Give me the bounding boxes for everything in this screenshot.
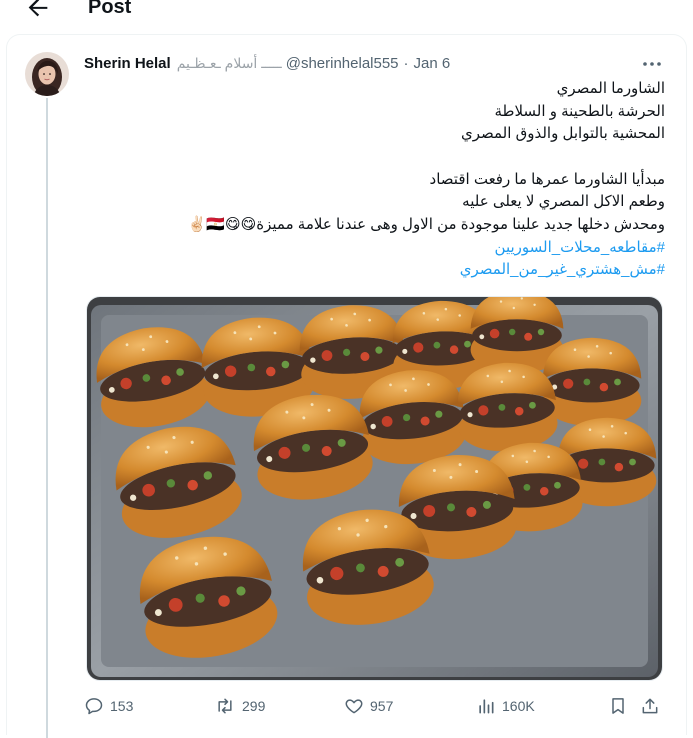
back-button[interactable]: [24, 0, 52, 22]
author-handle[interactable]: @sherinhelal555: [286, 55, 399, 72]
bookmark-button[interactable]: [608, 694, 634, 718]
avatar[interactable]: [25, 52, 69, 96]
post-date[interactable]: Jan 6: [414, 55, 451, 72]
views-icon: [479, 699, 494, 714]
avatar-image: [25, 52, 69, 96]
hashtag-link[interactable]: #مقاطعه_محلات_السوريين: [105, 237, 665, 260]
shawarma-photo: [87, 297, 662, 680]
repost-count: 299: [242, 698, 266, 714]
reply-count: 153: [110, 698, 134, 714]
bookmark-icon: [612, 698, 624, 714]
tweet-line: وطعم الاكل المصري لا يعلى عليه: [462, 193, 665, 211]
views-button[interactable]: 160K: [476, 694, 535, 718]
like-button[interactable]: 957: [344, 694, 393, 718]
views-count: 160K: [502, 698, 535, 714]
separator-dot: ·: [403, 54, 409, 72]
repost-button[interactable]: 299: [214, 694, 265, 718]
tweet-line: مبدأيا الشاورما عمرها ما رفعت اقتصاد: [429, 170, 665, 188]
tweet-line: المحشية بالتوابل والذوق المصري: [460, 125, 665, 143]
more-button[interactable]: [640, 54, 664, 74]
tweet-text: الشاورما المصري الحرشة بالطحينة و السلاط…: [105, 78, 665, 282]
reply-button[interactable]: 153: [84, 694, 133, 718]
tweet-line: ومحدش دخلها جديد علينا موجودة من الاول و…: [187, 215, 665, 233]
thread-line: [46, 98, 48, 738]
like-icon: [345, 699, 363, 714]
more-icon: [643, 62, 661, 66]
tweet-line: الشاورما المصري: [556, 80, 665, 97]
like-count: 957: [370, 698, 394, 714]
top-bar: Post: [0, 0, 693, 24]
tweet-header: Sherin Helal ـــــ أسلام ـعـظـيم @sherin…: [84, 52, 450, 74]
share-button[interactable]: [640, 694, 666, 718]
hashtag-link[interactable]: #مش_هشتري_غير_من_المصري: [105, 259, 665, 282]
author-name[interactable]: Sherin Helal: [84, 55, 171, 72]
back-arrow-icon: [28, 0, 48, 17]
action-bar: 153 299 957 160K: [84, 694, 664, 718]
tweet-line: الحرشة بالطحينة و السلاطة: [494, 102, 665, 120]
page-title: Post: [88, 0, 132, 18]
name-decoration: ـــــ أسلام ـعـظـيم: [176, 54, 282, 71]
post-image[interactable]: [86, 296, 663, 681]
reply-icon: [85, 698, 103, 715]
repost-icon: [218, 698, 232, 714]
share-icon: [642, 698, 658, 714]
